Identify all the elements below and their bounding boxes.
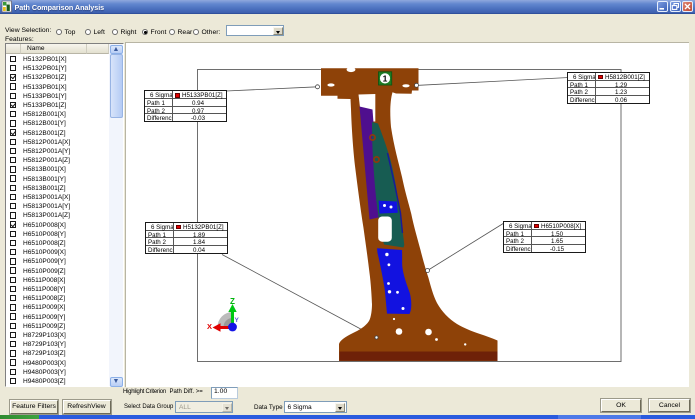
svg-text:Y: Y: [235, 317, 240, 324]
svg-text:1: 1: [383, 74, 388, 84]
svg-text:X: X: [207, 322, 212, 331]
svg-text:Z: Z: [230, 297, 235, 306]
